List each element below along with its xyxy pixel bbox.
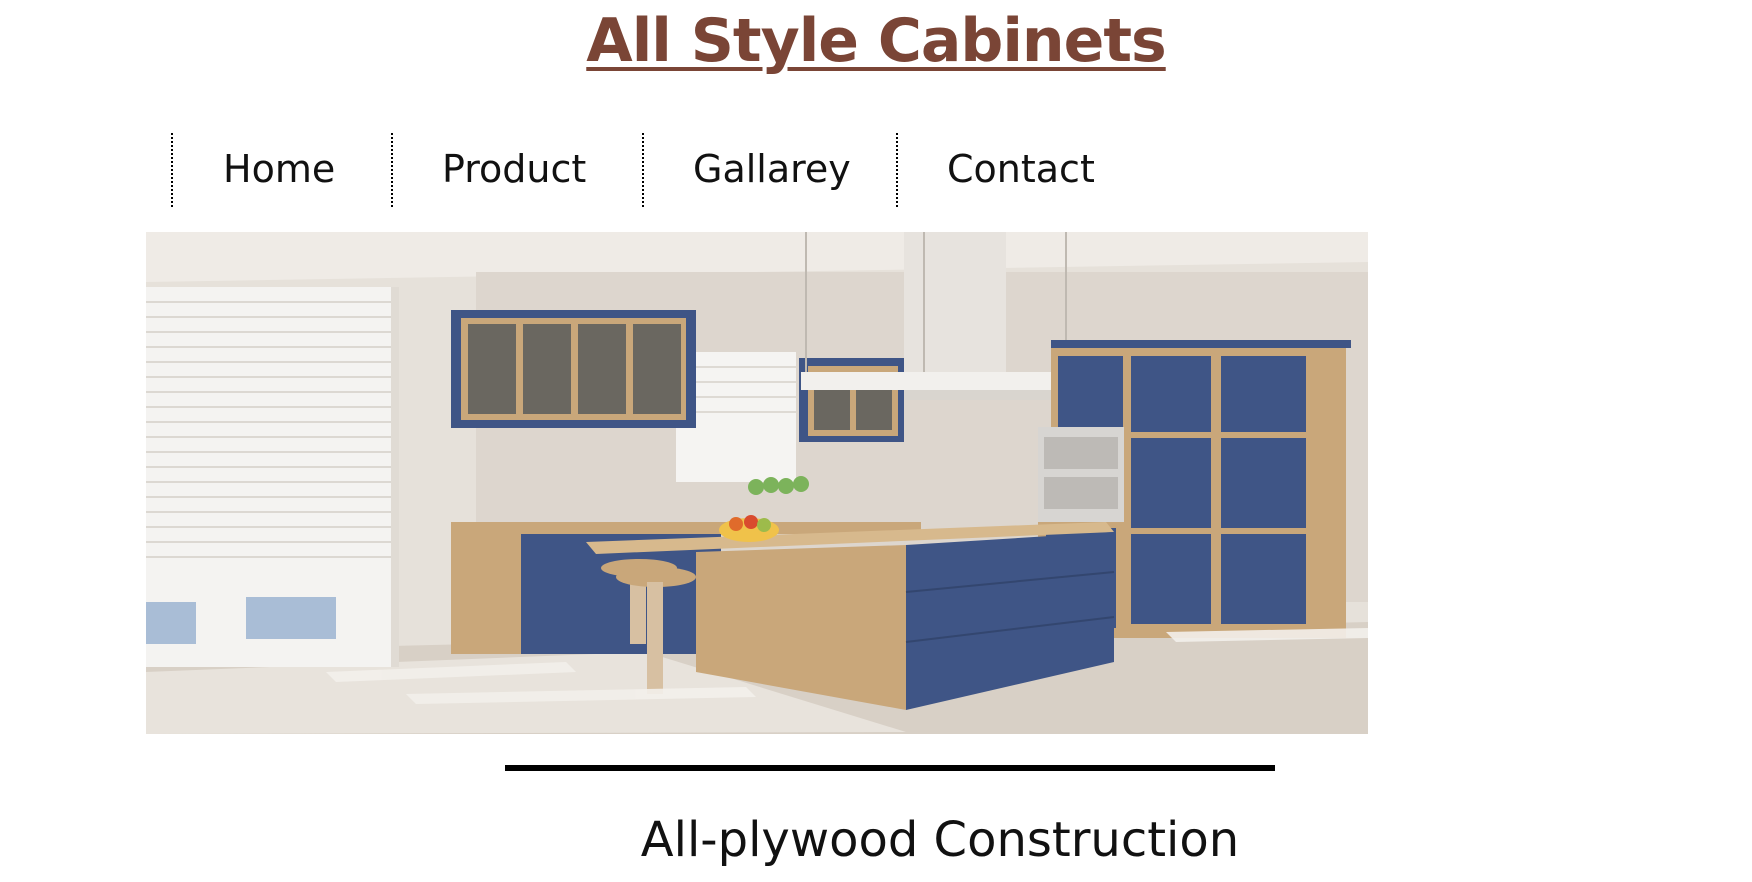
site-title-link[interactable]: All Style Cabinets — [586, 6, 1166, 76]
kitchen-photo-icon — [146, 232, 1368, 734]
hero-kitchen-image — [146, 232, 1368, 734]
nav-item-contact[interactable]: Contact — [896, 133, 1136, 207]
nav-item-gallarey[interactable]: Gallarey — [642, 133, 896, 207]
section-heading: All-plywood Construction — [640, 812, 1240, 868]
main-nav: Home Product Gallarey Contact — [0, 133, 1752, 207]
site-title: All Style Cabinets — [0, 6, 1752, 76]
nav-item-product[interactable]: Product — [391, 133, 642, 207]
nav-item-label: Home — [223, 147, 336, 191]
nav-item-label: Contact — [947, 147, 1095, 191]
page: All Style Cabinets Home Product Gallarey… — [0, 0, 1752, 882]
nav-item-label: Product — [442, 147, 587, 191]
section-divider — [505, 765, 1275, 771]
nav-item-home[interactable]: Home — [171, 133, 391, 207]
nav-item-label: Gallarey — [693, 147, 851, 191]
